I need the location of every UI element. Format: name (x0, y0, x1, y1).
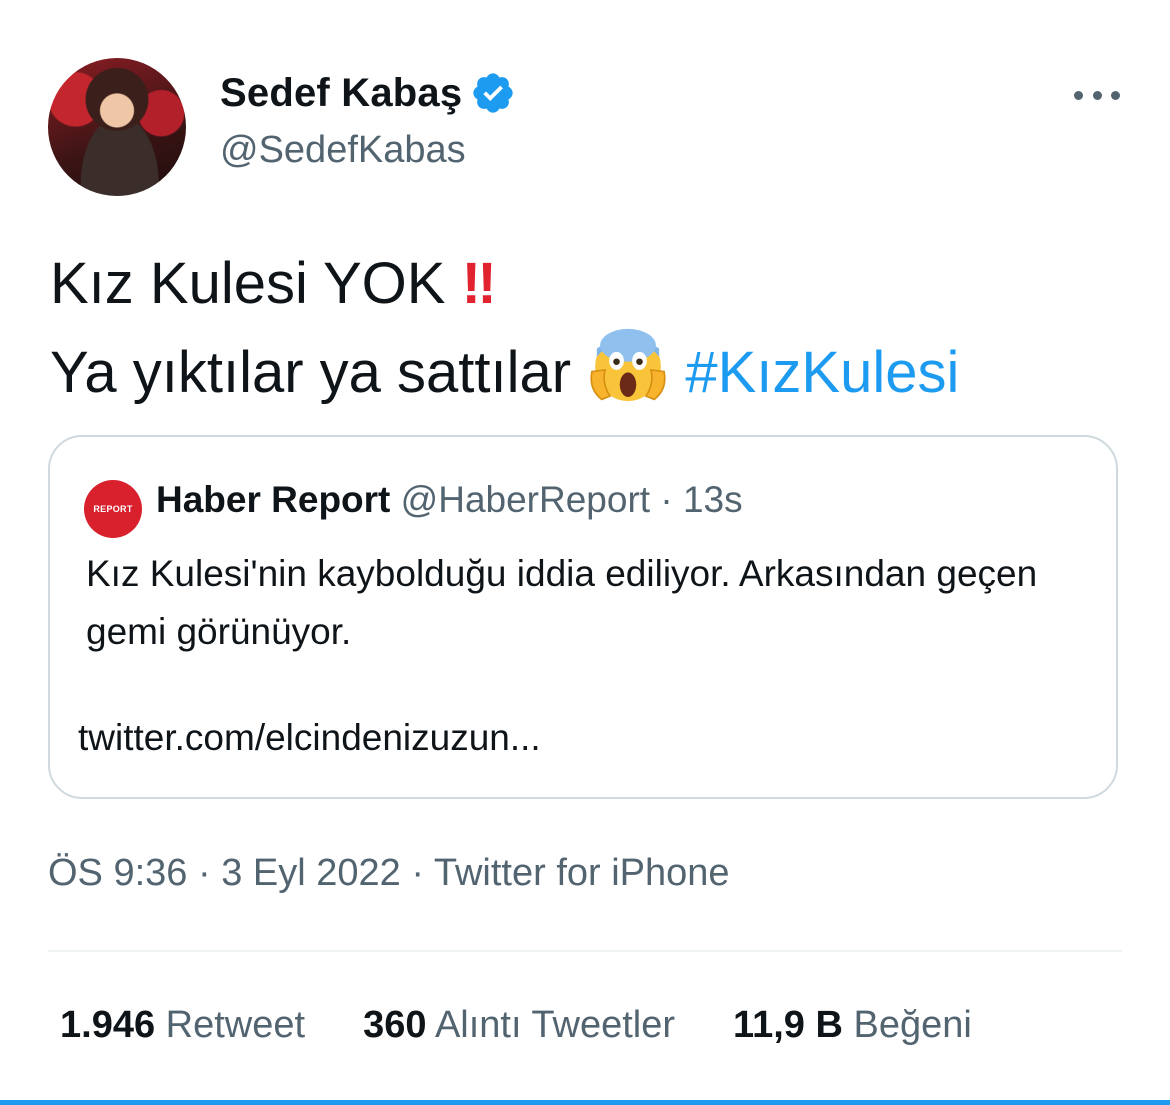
tweet-text: Kız Kulesi YOK ‼ Ya yıktılar ya sattılar… (50, 244, 959, 413)
dot (1092, 90, 1102, 100)
dot (1111, 90, 1120, 100)
author-avatar[interactable] (48, 58, 186, 196)
likes-label: Beğeni (853, 1004, 972, 1046)
retweets-count: 1.946 (60, 1004, 156, 1046)
separator-dot: · (660, 479, 683, 520)
verified-badge-icon (473, 73, 513, 113)
hashtag-link[interactable]: #KızKulesi (685, 340, 959, 405)
dot (1074, 90, 1083, 100)
likes-stat[interactable]: 11,9 B Beğeni (733, 1004, 972, 1047)
quote-tweets-stat[interactable]: 360 Alıntı Tweetler (363, 1004, 675, 1047)
quoted-header: Haber Report @HaberReport · 13s (156, 479, 743, 521)
double-exclamation-emoji: ‼ (461, 251, 497, 316)
tweet-source[interactable]: Twitter for iPhone (434, 852, 730, 894)
bottom-accent-bar (0, 1100, 1170, 1105)
quoted-tweet-card[interactable]: REPORT Haber Report @HaberReport · 13s K… (48, 435, 1118, 799)
tweet-date[interactable]: 3 Eyl 2022 (221, 852, 401, 894)
author-name-row: Sedef Kabaş (220, 70, 516, 116)
engagement-stats: 1.946 Retweet 360 Alıntı Tweetler 11,9 B… (60, 1004, 1030, 1047)
quoted-author-handle[interactable]: @HaberReport (401, 479, 650, 520)
tweet-line-1: Kız Kulesi YOK ‼ (50, 244, 959, 324)
more-options-icon[interactable] (1074, 78, 1120, 112)
quoted-avatar[interactable]: REPORT (84, 480, 142, 538)
quoted-text: Kız Kulesi'nin kaybolduğu iddia ediliyor… (86, 553, 1038, 652)
separator-dot: · (197, 852, 222, 894)
tweet-line-1-text: Kız Kulesi YOK (50, 251, 446, 316)
likes-count: 11,9 B (733, 1004, 843, 1046)
screaming-face-emoji-icon (590, 328, 666, 402)
tweet-meta: ÖS 9:36 · 3 Eyl 2022 · Twitter for iPhon… (48, 852, 730, 895)
author-name[interactable]: Sedef Kabaş (220, 71, 462, 116)
quoted-time: 13s (682, 479, 743, 520)
retweets-stat[interactable]: 1.946 Retweet (60, 1004, 305, 1047)
retweets-label: Retweet (165, 1004, 306, 1046)
divider (48, 950, 1122, 952)
author-handle[interactable]: @SedefKabas (220, 129, 466, 172)
quoted-author-name[interactable]: Haber Report (156, 479, 390, 520)
quoted-link[interactable]: twitter.com/elcindenizuzun... (78, 717, 541, 759)
tweet-time[interactable]: ÖS 9:36 (48, 852, 187, 894)
tweet-line-2-text: Ya yıktılar ya sattılar (50, 340, 572, 405)
separator-dot: · (411, 852, 434, 894)
quotes-count: 360 (363, 1004, 427, 1046)
tweet-line-2: Ya yıktılar ya sattılar #KızKulesi (50, 324, 959, 413)
quotes-label: Alıntı Tweetler (434, 1004, 676, 1046)
